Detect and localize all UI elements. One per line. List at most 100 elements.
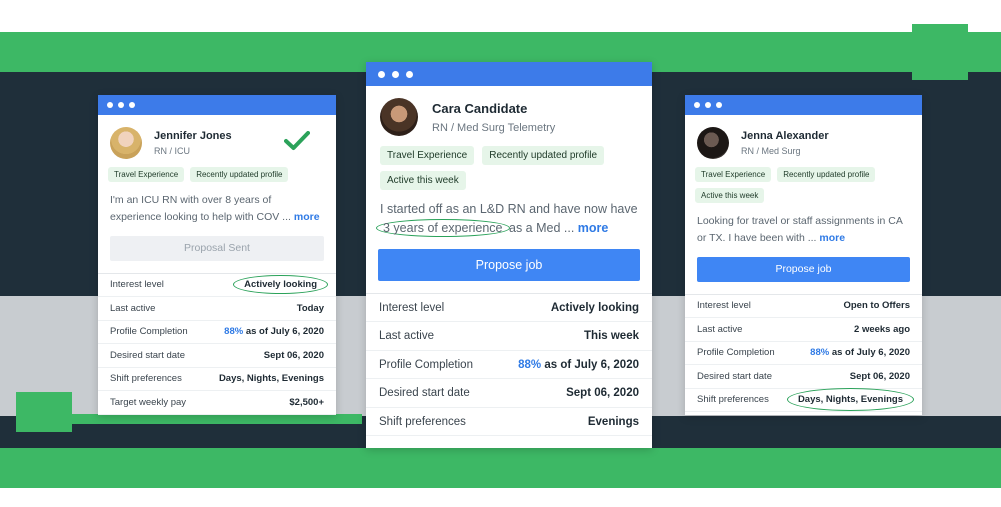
window-dot-icon: [378, 70, 385, 78]
row-interest-level: Interest level Open to Offers: [685, 295, 922, 319]
row-desired-start: Desired start date Sept 06, 2020: [98, 344, 336, 368]
proposal-sent-button[interactable]: Proposal Sent: [110, 235, 324, 261]
row-value: Open to Offers: [843, 300, 910, 312]
candidate-description: I'm an ICU RN with over 8 years of exper…: [98, 182, 336, 226]
row-label: Last active: [110, 302, 156, 314]
candidate-role: RN / Med Surg Telemetry: [432, 121, 556, 134]
completion-date: as of July 6, 2020: [831, 347, 910, 359]
window-dot-icon: [716, 102, 722, 108]
description-highlight: 3 years of experience: [376, 219, 510, 238]
row-label: Target weekly pay: [110, 396, 187, 408]
window-titlebar: [366, 62, 652, 86]
row-value: Evenings: [587, 415, 639, 428]
candidate-description: I started off as an L&D RN and have now …: [366, 190, 652, 239]
candidate-card-jenna: Jenna Alexander RN / Med Surg Travel Exp…: [685, 95, 922, 415]
avatar[interactable]: [110, 127, 142, 159]
row-interest-level: Interest level Actively looking: [366, 294, 652, 323]
row-desired-start: Desired start date Sept 06, 2020: [685, 365, 922, 389]
row-value: Days, Nights, Evenings: [218, 373, 324, 385]
row-label: Desired start date: [110, 349, 185, 361]
more-link[interactable]: more: [819, 232, 845, 244]
row-label: Interest level: [379, 301, 445, 314]
candidate-name[interactable]: Jenna Alexander: [741, 130, 829, 142]
candidate-description: Looking for travel or staff assignments …: [685, 203, 922, 247]
tag-travel-experience: Travel Experience: [695, 167, 772, 182]
row-label: Profile Completion: [110, 326, 188, 338]
row-profile-completion: Profile Completion 88% as of July 6, 202…: [366, 351, 652, 380]
row-shift-preferences: Shift preferences Days, Nights, Evenings: [98, 368, 336, 392]
window-titlebar: [98, 95, 336, 115]
window-dot-icon: [392, 70, 399, 78]
candidate-name[interactable]: Cara Candidate: [432, 101, 555, 116]
row-value: $2,500+: [289, 396, 324, 408]
completion-percent: 88%: [518, 358, 542, 371]
window-dot-icon: [118, 102, 124, 108]
background-green-band-bottom: [0, 448, 1001, 488]
row-value: 88% as of July 6, 2020: [810, 347, 910, 358]
candidate-card-jennifer: Jennifer Jones RN / ICU Travel Experienc…: [98, 95, 336, 415]
description-text: I'm an ICU RN with over 8 years of exper…: [110, 194, 291, 223]
row-interest-level: Interest level Actively looking: [98, 274, 336, 298]
completion-percent: 88%: [810, 347, 830, 359]
decorative-square: [16, 392, 72, 432]
row-value: 88% as of July 6, 2020: [518, 359, 639, 371]
row-last-active: Last active 2 weeks ago: [685, 318, 922, 342]
tag-active-this-week: Active this week: [695, 188, 765, 203]
detail-rows: Interest level Actively looking Last act…: [98, 272, 336, 415]
propose-job-button[interactable]: Propose job: [378, 248, 640, 281]
candidate-card-cara: Cara Candidate RN / Med Surg Telemetry T…: [366, 62, 652, 448]
row-value: Sept 06, 2020: [849, 370, 910, 382]
row-value: Sept 06, 2020: [566, 387, 639, 399]
tag-list: Travel Experience Recently updated profi…: [685, 159, 922, 203]
row-profile-completion: Profile Completion 88% as of July 6, 202…: [98, 321, 336, 345]
tag-travel-experience: Travel Experience: [380, 146, 475, 165]
row-value: Sept 06, 2020: [263, 349, 324, 361]
row-label: Interest level: [110, 279, 164, 291]
candidate-name[interactable]: Jennifer Jones: [154, 130, 232, 142]
row-profile-completion: Profile Completion 88% as of July 6, 202…: [685, 342, 922, 366]
row-value: This week: [584, 330, 639, 342]
candidate-role: RN / ICU: [154, 146, 190, 156]
window-dot-icon: [107, 102, 113, 108]
tag-list: Travel Experience Recently updated profi…: [366, 136, 652, 190]
row-value: Today: [296, 302, 324, 314]
description-text: as a Med ...: [509, 221, 575, 236]
row-shift-preferences: Shift preferences Days, Nights, Evenings: [685, 388, 922, 413]
more-link[interactable]: more: [294, 211, 320, 223]
tag-recently-updated: Recently updated profile: [482, 146, 605, 165]
tag-active-this-week: Active this week: [380, 171, 466, 190]
row-label: Last active: [697, 323, 743, 335]
decorative-line: [72, 414, 362, 424]
window-dot-icon: [694, 102, 700, 108]
completion-date: as of July 6, 2020: [544, 358, 639, 371]
window-dot-icon: [129, 102, 135, 108]
tag-recently-updated: Recently updated profile: [777, 167, 876, 182]
row-label: Last active: [379, 330, 434, 342]
row-label: Shift preferences: [697, 394, 769, 406]
candidate-header: Cara Candidate RN / Med Surg Telemetry: [366, 86, 652, 136]
row-target-pay: Target weekly pay $2,500+: [98, 391, 336, 415]
tag-travel-experience: Travel Experience: [108, 167, 185, 182]
row-value-highlighted: Days, Nights, Evenings: [786, 388, 914, 412]
avatar[interactable]: [380, 98, 418, 136]
row-value-highlighted: Actively looking: [233, 275, 328, 295]
row-label: Desired start date: [379, 387, 470, 399]
avatar[interactable]: [697, 127, 729, 159]
window-dot-icon: [406, 70, 413, 78]
row-label: Desired start date: [697, 370, 772, 382]
tag-list: Travel Experience Recently updated profi…: [98, 159, 336, 182]
tag-recently-updated: Recently updated profile: [190, 167, 289, 182]
completion-percent: 88%: [224, 326, 244, 338]
row-value: Actively looking: [550, 301, 639, 314]
more-link[interactable]: more: [578, 221, 609, 235]
propose-job-button[interactable]: Propose job: [697, 256, 910, 282]
row-value: 88% as of July 6, 2020: [224, 326, 324, 337]
candidate-role: RN / Med Surg: [741, 146, 801, 156]
row-label: Shift preferences: [110, 373, 182, 385]
row-desired-start: Desired start date Sept 06, 2020: [366, 379, 652, 408]
candidate-header: Jenna Alexander RN / Med Surg: [685, 115, 922, 159]
row-shift-preferences: Shift preferences Evenings: [366, 408, 652, 437]
window-dot-icon: [705, 102, 711, 108]
row-label: Profile Completion: [697, 347, 775, 359]
checkmark-icon: [284, 131, 310, 150]
